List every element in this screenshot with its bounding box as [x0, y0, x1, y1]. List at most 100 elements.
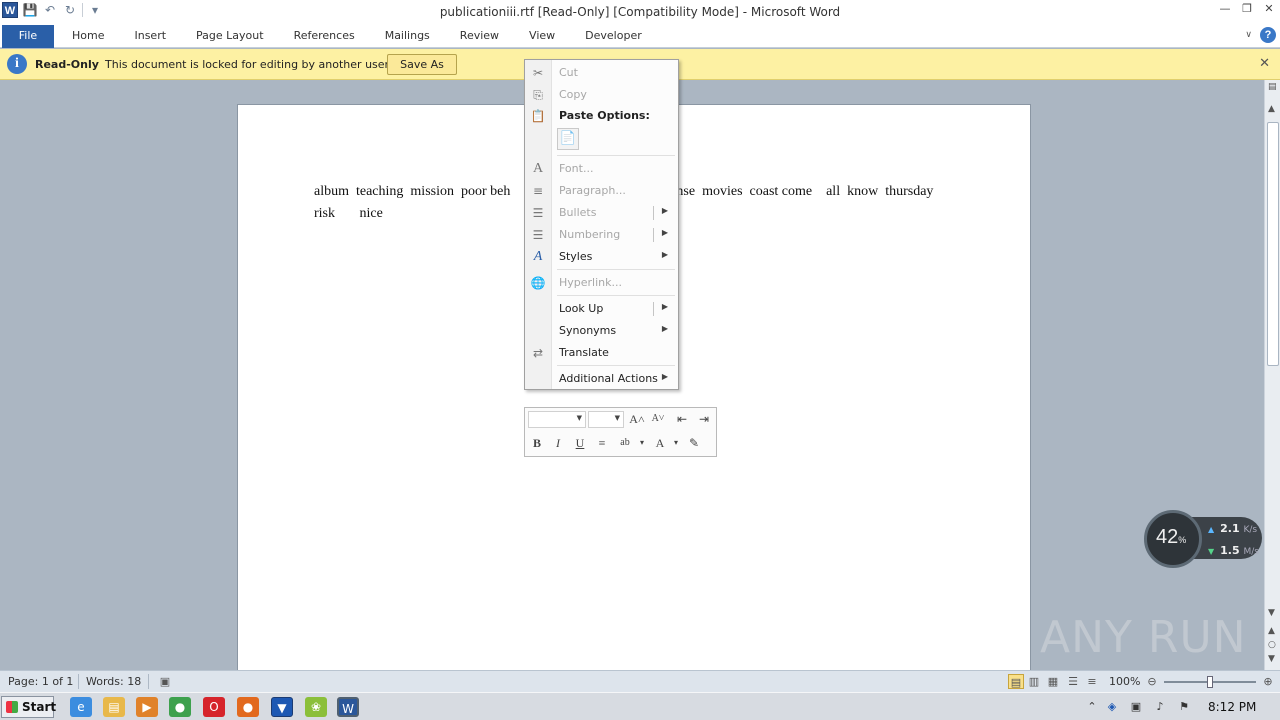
- font-size-combo[interactable]: ▼: [588, 411, 624, 428]
- menu-item-hyperlink[interactable]: 🌐 Hyperlink...: [525, 272, 678, 294]
- action-center-icon[interactable]: ⚑: [1176, 699, 1192, 715]
- status-bar: Page: 1 of 1 Words: 18 ▣ ▤ ▥ ▦ ☰ ≡ 100% …: [0, 670, 1280, 692]
- start-label: Start: [22, 700, 57, 714]
- full-screen-reading-icon[interactable]: ▥: [1026, 674, 1042, 689]
- colorful-app-icon[interactable]: ❀: [305, 697, 327, 717]
- restore-icon[interactable]: ❐: [1240, 2, 1254, 16]
- menu-item-label: Styles: [559, 250, 593, 263]
- menu-item-styles[interactable]: A Styles ▶: [525, 246, 678, 268]
- underline-icon[interactable]: U: [571, 434, 589, 452]
- center-align-icon[interactable]: ≡: [593, 434, 611, 452]
- browse-object-icon[interactable]: ○: [1268, 640, 1276, 650]
- menu-item-label: Copy: [559, 88, 587, 101]
- scroll-down-icon[interactable]: ▼: [1268, 608, 1275, 618]
- message-text: This document is locked for editing by a…: [105, 58, 392, 71]
- menu-separator: [557, 269, 675, 270]
- download-speed: ▼ 1.5 M/s: [1208, 544, 1259, 557]
- menu-item-label: Cut: [559, 66, 578, 79]
- minimize-icon[interactable]: —: [1218, 2, 1232, 16]
- print-layout-icon[interactable]: ▤: [1008, 674, 1024, 689]
- increase-indent-icon[interactable]: ⇥: [695, 410, 713, 428]
- cpu-percent: 42%: [1156, 526, 1187, 548]
- outline-icon[interactable]: ☰: [1065, 674, 1081, 689]
- tab-page-layout[interactable]: Page Layout: [181, 24, 279, 48]
- shrink-font-icon[interactable]: A˅: [649, 410, 667, 428]
- tab-view[interactable]: View: [514, 24, 570, 48]
- prev-page-icon[interactable]: ▲: [1268, 626, 1275, 636]
- tab-home[interactable]: Home: [57, 24, 119, 48]
- menu-item-paragraph[interactable]: ≡ Paragraph...: [525, 180, 678, 202]
- decrease-indent-icon[interactable]: ⇤: [673, 410, 691, 428]
- tray-expand-icon[interactable]: ⌃: [1084, 699, 1100, 715]
- zoom-slider-thumb[interactable]: [1207, 676, 1213, 688]
- ribbon-right-controls: ∨ ?: [1245, 27, 1276, 43]
- menu-item-additional-actions[interactable]: Additional Actions ▶: [525, 368, 678, 390]
- upload-arrow-icon: ▲: [1208, 525, 1215, 534]
- menu-item-label: Translate: [559, 346, 609, 359]
- zoom-in-icon[interactable]: ⊕: [1260, 674, 1276, 689]
- menu-item-numbering[interactable]: ☰ Numbering ▶: [525, 224, 678, 246]
- tab-developer[interactable]: Developer: [570, 24, 657, 48]
- tab-insert[interactable]: Insert: [119, 24, 181, 48]
- word-count[interactable]: Words: 18: [86, 675, 141, 688]
- ie-icon[interactable]: e: [70, 697, 92, 717]
- word-taskbar-icon[interactable]: W: [337, 697, 359, 717]
- minimize-ribbon-icon[interactable]: ∨: [1245, 30, 1252, 40]
- help-icon[interactable]: ?: [1260, 27, 1276, 43]
- paste-keep-text-icon[interactable]: 📄: [557, 128, 579, 150]
- paste-icon: 📋: [530, 109, 546, 123]
- info-icon: i: [7, 54, 27, 74]
- zoom-level[interactable]: 100%: [1109, 675, 1140, 688]
- save-as-button[interactable]: Save As: [387, 54, 457, 75]
- macro-record-icon[interactable]: ▣: [157, 674, 173, 689]
- scroll-up-icon[interactable]: ▲: [1268, 104, 1275, 114]
- menu-item-label: Synonyms: [559, 324, 617, 337]
- shield-app-icon[interactable]: ▼: [271, 697, 293, 717]
- close-icon[interactable]: ✕: [1262, 2, 1276, 16]
- grow-font-icon[interactable]: A˄: [628, 410, 646, 428]
- menu-item-translate[interactable]: ⇄ Translate: [525, 342, 678, 364]
- format-painter-icon[interactable]: ✎: [685, 434, 703, 452]
- font-icon: A: [532, 161, 544, 176]
- menu-item-synonyms[interactable]: Synonyms ▶: [525, 320, 678, 342]
- tab-mailings[interactable]: Mailings: [370, 24, 445, 48]
- highlight-icon[interactable]: ab: [616, 434, 634, 452]
- italic-icon[interactable]: I: [549, 434, 567, 452]
- vertical-scrollbar[interactable]: ▤ ▲ ▼ ▲ ○ ▼: [1264, 80, 1280, 670]
- menu-item-look-up[interactable]: Look Up ▶: [525, 298, 678, 320]
- network-tray-icon[interactable]: ▣: [1128, 699, 1144, 715]
- tab-file[interactable]: File: [2, 25, 54, 48]
- tab-review[interactable]: Review: [445, 24, 514, 48]
- split-divider: [653, 302, 654, 316]
- font-name-combo[interactable]: ▼: [528, 411, 586, 428]
- menu-item-font[interactable]: A Font...: [525, 158, 678, 180]
- security-tray-icon[interactable]: ◈: [1104, 699, 1120, 715]
- bold-icon[interactable]: B: [528, 434, 546, 452]
- close-message-icon[interactable]: ✕: [1259, 56, 1270, 71]
- menu-item-cut[interactable]: ✂ Cut: [525, 62, 678, 84]
- media-player-icon[interactable]: ▶: [136, 697, 158, 717]
- chrome-icon[interactable]: ●: [169, 697, 191, 717]
- page-count[interactable]: Page: 1 of 1: [8, 675, 73, 688]
- draft-icon[interactable]: ≡: [1084, 674, 1100, 689]
- next-page-icon[interactable]: ▼: [1268, 654, 1275, 664]
- explorer-icon[interactable]: ▤: [103, 697, 125, 717]
- firefox-icon[interactable]: ●: [237, 697, 259, 717]
- scroll-thumb[interactable]: [1267, 122, 1279, 366]
- windows-flag-icon: [6, 701, 18, 713]
- network-widget: 42% ▲ 2.1 K/s ▼ 1.5 M/s: [1144, 510, 1262, 568]
- tab-references[interactable]: References: [279, 24, 370, 48]
- start-button[interactable]: Start: [1, 696, 57, 718]
- menu-item-copy[interactable]: ⎘ Copy: [525, 84, 678, 106]
- web-layout-icon[interactable]: ▦: [1045, 674, 1061, 689]
- chevron-down-icon[interactable]: ▾: [633, 434, 651, 452]
- ruler-toggle-icon[interactable]: ▤: [1268, 82, 1277, 92]
- zoom-out-icon[interactable]: ⊖: [1144, 674, 1160, 689]
- volume-tray-icon[interactable]: ♪: [1152, 699, 1168, 715]
- clock[interactable]: 8:12 PM: [1208, 700, 1256, 714]
- status-separator: [148, 674, 149, 689]
- menu-item-bullets[interactable]: ☰ Bullets ▶: [525, 202, 678, 224]
- opera-icon[interactable]: O: [203, 697, 225, 717]
- menu-item-label: Additional Actions: [559, 372, 658, 385]
- chevron-down-icon[interactable]: ▾: [667, 434, 685, 452]
